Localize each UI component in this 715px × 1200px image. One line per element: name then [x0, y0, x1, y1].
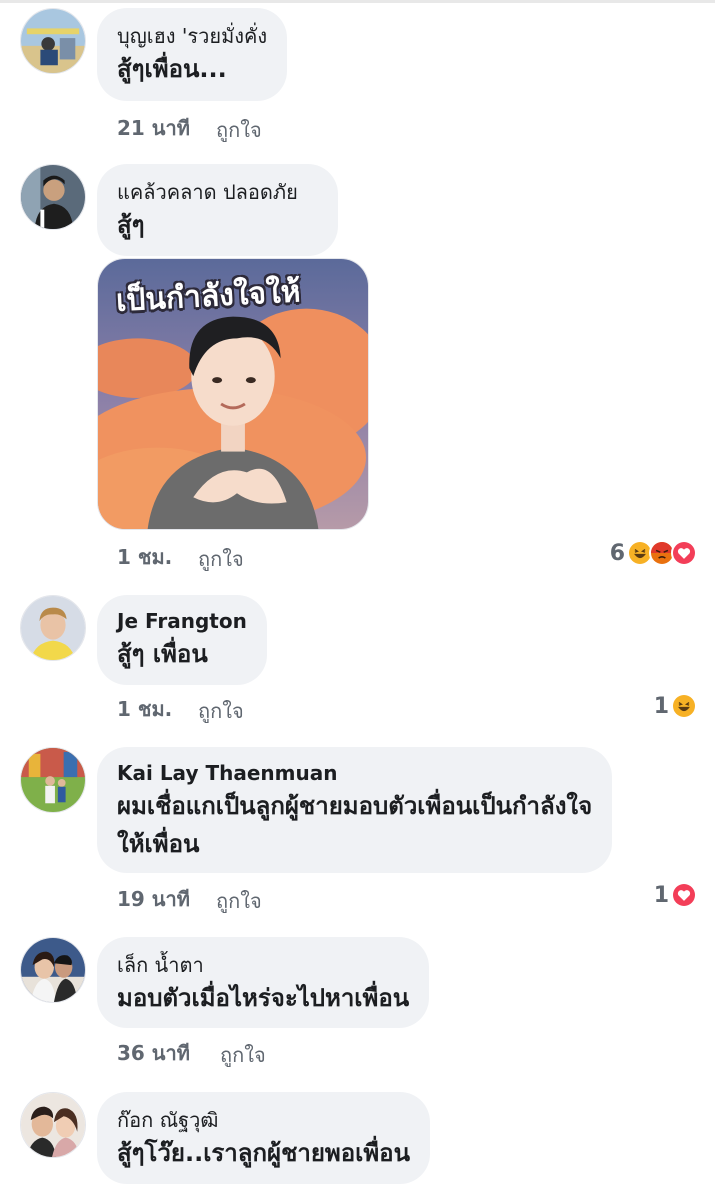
commenter-name[interactable]: แคล้วคลาด ปลอดภัย [117, 178, 318, 206]
love-icon [671, 882, 697, 908]
reaction-summary[interactable]: 6 [610, 538, 697, 568]
comment-bubble: แคล้วคลาด ปลอดภัย สู้ๆ [97, 164, 338, 256]
top-divider [0, 0, 715, 3]
avatar[interactable] [20, 1092, 86, 1158]
comment-text: สู้ๆ [117, 211, 145, 239]
comment-text-line: ผมเชื่อแกเป็นลูกผู้ชายมอบตัวเพื่อนเป็นกำ… [117, 792, 593, 820]
comment-text: สู้ๆโว๊ย..เราลูกผู้ชายพอเพื่อน [117, 1139, 410, 1167]
like-button[interactable]: ถูกใจ [220, 1039, 266, 1071]
reaction-summary[interactable]: 1 [654, 691, 697, 721]
reaction-count: 6 [609, 540, 625, 566]
like-button[interactable]: ถูกใจ [198, 543, 244, 575]
commenter-name[interactable]: Kai Lay Thaenmuan [117, 759, 592, 787]
reaction-count: 1 [653, 693, 669, 719]
commenter-name[interactable]: เล็ก น้ำตา [117, 951, 409, 979]
love-icon [671, 540, 697, 566]
sticker-image[interactable]: เป็นกำลังใจให้ [97, 258, 369, 530]
comment-bubble: Kai Lay Thaenmuan ผมเชื่อแกเป็นลูกผู้ชาย… [97, 747, 613, 873]
commenter-name[interactable]: Je Frangton [117, 607, 247, 635]
comment-text: สู้ๆ เพื่อน [117, 640, 208, 668]
comment-time[interactable]: 19 นาที [117, 883, 190, 915]
reaction-count: 1 [653, 882, 669, 908]
comment-bubble: Je Frangton สู้ๆ เพื่อน [97, 595, 267, 685]
comment-text: มอบตัวเมื่อไหร่จะไปหาเพื่อน [117, 984, 410, 1012]
avatar[interactable] [20, 164, 86, 230]
commenter-name[interactable]: ก๊อก ณัฐวุฒิ [117, 1106, 410, 1134]
like-button[interactable]: ถูกใจ [216, 114, 262, 146]
comment-text: สู้ๆเพื่อน... [117, 55, 227, 83]
comment-bubble: เล็ก น้ำตา มอบตัวเมื่อไหร่จะไปหาเพื่อน [97, 937, 430, 1028]
comment-time[interactable]: 36 นาที [117, 1037, 190, 1069]
comment-bubble: บุญเฮง 'รวยมั่งคั่ง สู้ๆเพื่อน... [97, 8, 288, 101]
avatar[interactable] [20, 8, 86, 74]
avatar[interactable] [20, 595, 86, 661]
commenter-name[interactable]: บุญเฮง 'รวยมั่งคั่ง [117, 22, 267, 50]
avatar[interactable] [20, 747, 86, 813]
reaction-summary[interactable]: 1 [654, 880, 697, 910]
comment-time[interactable]: 1 ชม. [117, 693, 172, 725]
haha-icon [671, 693, 697, 719]
comment-time[interactable]: 1 ชม. [117, 541, 172, 573]
like-button[interactable]: ถูกใจ [198, 695, 244, 727]
comment-time[interactable]: 21 นาที [117, 112, 190, 144]
avatar[interactable] [20, 937, 86, 1003]
sticker-caption: เป็นกำลังใจให้ [115, 274, 302, 319]
comment-bubble: ก๊อก ณัฐวุฒิ สู้ๆโว๊ย..เราลูกผู้ชายพอเพื… [97, 1092, 430, 1184]
comment-text-line: ให้เพื่อน [117, 830, 200, 858]
like-button[interactable]: ถูกใจ [216, 885, 262, 917]
